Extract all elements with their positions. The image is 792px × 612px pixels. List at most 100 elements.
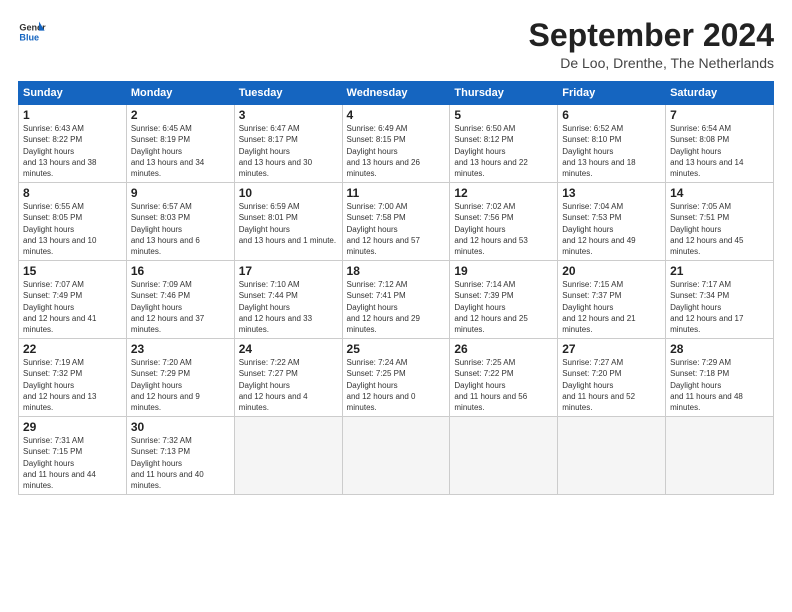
- day-info: Sunrise: 7:14 AMSunset: 7:39 PMDaylight …: [454, 279, 553, 335]
- day-number: 9: [131, 186, 230, 200]
- day-number: 13: [562, 186, 661, 200]
- day-number: 7: [670, 108, 769, 122]
- day-number: 28: [670, 342, 769, 356]
- calendar-week-2: 8Sunrise: 6:55 AMSunset: 8:05 PMDaylight…: [19, 183, 774, 261]
- page: General Blue September 2024 De Loo, Dren…: [0, 0, 792, 505]
- calendar-cell: 3Sunrise: 6:47 AMSunset: 8:17 PMDaylight…: [234, 105, 342, 183]
- day-number: 29: [23, 420, 122, 434]
- day-info: Sunrise: 6:45 AMSunset: 8:19 PMDaylight …: [131, 123, 230, 179]
- calendar-cell: 7Sunrise: 6:54 AMSunset: 8:08 PMDaylight…: [666, 105, 774, 183]
- day-number: 16: [131, 264, 230, 278]
- day-number: 15: [23, 264, 122, 278]
- day-info: Sunrise: 6:59 AMSunset: 8:01 PMDaylight …: [239, 201, 338, 246]
- day-number: 23: [131, 342, 230, 356]
- day-info: Sunrise: 7:19 AMSunset: 7:32 PMDaylight …: [23, 357, 122, 413]
- day-info: Sunrise: 7:02 AMSunset: 7:56 PMDaylight …: [454, 201, 553, 257]
- calendar-cell: 23Sunrise: 7:20 AMSunset: 7:29 PMDayligh…: [126, 339, 234, 417]
- day-info: Sunrise: 6:50 AMSunset: 8:12 PMDaylight …: [454, 123, 553, 179]
- day-info: Sunrise: 7:00 AMSunset: 7:58 PMDaylight …: [347, 201, 446, 257]
- calendar-cell: 20Sunrise: 7:15 AMSunset: 7:37 PMDayligh…: [558, 261, 666, 339]
- day-info: Sunrise: 6:47 AMSunset: 8:17 PMDaylight …: [239, 123, 338, 179]
- day-number: 20: [562, 264, 661, 278]
- day-info: Sunrise: 7:20 AMSunset: 7:29 PMDaylight …: [131, 357, 230, 413]
- calendar-cell: 19Sunrise: 7:14 AMSunset: 7:39 PMDayligh…: [450, 261, 558, 339]
- weekday-header-monday: Monday: [126, 82, 234, 105]
- weekday-header-wednesday: Wednesday: [342, 82, 450, 105]
- calendar-cell: 6Sunrise: 6:52 AMSunset: 8:10 PMDaylight…: [558, 105, 666, 183]
- day-info: Sunrise: 6:49 AMSunset: 8:15 PMDaylight …: [347, 123, 446, 179]
- calendar-cell: 1Sunrise: 6:43 AMSunset: 8:22 PMDaylight…: [19, 105, 127, 183]
- calendar-week-3: 15Sunrise: 7:07 AMSunset: 7:49 PMDayligh…: [19, 261, 774, 339]
- calendar-week-1: 1Sunrise: 6:43 AMSunset: 8:22 PMDaylight…: [19, 105, 774, 183]
- day-info: Sunrise: 7:09 AMSunset: 7:46 PMDaylight …: [131, 279, 230, 335]
- calendar-cell: [342, 417, 450, 495]
- day-number: 12: [454, 186, 553, 200]
- calendar-cell: [558, 417, 666, 495]
- calendar-cell: 21Sunrise: 7:17 AMSunset: 7:34 PMDayligh…: [666, 261, 774, 339]
- calendar-cell: 13Sunrise: 7:04 AMSunset: 7:53 PMDayligh…: [558, 183, 666, 261]
- day-info: Sunrise: 7:10 AMSunset: 7:44 PMDaylight …: [239, 279, 338, 335]
- calendar-cell: 12Sunrise: 7:02 AMSunset: 7:56 PMDayligh…: [450, 183, 558, 261]
- calendar-cell: 2Sunrise: 6:45 AMSunset: 8:19 PMDaylight…: [126, 105, 234, 183]
- day-number: 8: [23, 186, 122, 200]
- day-number: 30: [131, 420, 230, 434]
- calendar-cell: 9Sunrise: 6:57 AMSunset: 8:03 PMDaylight…: [126, 183, 234, 261]
- header-row: SundayMondayTuesdayWednesdayThursdayFrid…: [19, 82, 774, 105]
- calendar-cell: 18Sunrise: 7:12 AMSunset: 7:41 PMDayligh…: [342, 261, 450, 339]
- weekday-header-thursday: Thursday: [450, 82, 558, 105]
- day-number: 14: [670, 186, 769, 200]
- day-info: Sunrise: 6:43 AMSunset: 8:22 PMDaylight …: [23, 123, 122, 179]
- weekday-header-tuesday: Tuesday: [234, 82, 342, 105]
- day-number: 18: [347, 264, 446, 278]
- day-info: Sunrise: 6:52 AMSunset: 8:10 PMDaylight …: [562, 123, 661, 179]
- day-info: Sunrise: 7:07 AMSunset: 7:49 PMDaylight …: [23, 279, 122, 335]
- calendar-cell: 15Sunrise: 7:07 AMSunset: 7:49 PMDayligh…: [19, 261, 127, 339]
- svg-text:Blue: Blue: [19, 32, 39, 42]
- day-number: 11: [347, 186, 446, 200]
- day-info: Sunrise: 7:27 AMSunset: 7:20 PMDaylight …: [562, 357, 661, 413]
- day-number: 24: [239, 342, 338, 356]
- calendar-cell: 8Sunrise: 6:55 AMSunset: 8:05 PMDaylight…: [19, 183, 127, 261]
- calendar-week-4: 22Sunrise: 7:19 AMSunset: 7:32 PMDayligh…: [19, 339, 774, 417]
- calendar-cell: 10Sunrise: 6:59 AMSunset: 8:01 PMDayligh…: [234, 183, 342, 261]
- day-number: 10: [239, 186, 338, 200]
- calendar-cell: 11Sunrise: 7:00 AMSunset: 7:58 PMDayligh…: [342, 183, 450, 261]
- day-info: Sunrise: 7:22 AMSunset: 7:27 PMDaylight …: [239, 357, 338, 413]
- calendar-cell: 29Sunrise: 7:31 AMSunset: 7:15 PMDayligh…: [19, 417, 127, 495]
- day-number: 19: [454, 264, 553, 278]
- day-info: Sunrise: 7:32 AMSunset: 7:13 PMDaylight …: [131, 435, 230, 491]
- calendar-cell: 28Sunrise: 7:29 AMSunset: 7:18 PMDayligh…: [666, 339, 774, 417]
- day-info: Sunrise: 7:15 AMSunset: 7:37 PMDaylight …: [562, 279, 661, 335]
- weekday-header-friday: Friday: [558, 82, 666, 105]
- calendar-week-5: 29Sunrise: 7:31 AMSunset: 7:15 PMDayligh…: [19, 417, 774, 495]
- day-info: Sunrise: 6:54 AMSunset: 8:08 PMDaylight …: [670, 123, 769, 179]
- day-number: 21: [670, 264, 769, 278]
- calendar-cell: 27Sunrise: 7:27 AMSunset: 7:20 PMDayligh…: [558, 339, 666, 417]
- logo-icon: General Blue: [18, 18, 46, 46]
- day-info: Sunrise: 7:17 AMSunset: 7:34 PMDaylight …: [670, 279, 769, 335]
- title-area: September 2024 De Loo, Drenthe, The Neth…: [529, 18, 774, 71]
- day-number: 25: [347, 342, 446, 356]
- calendar-cell: [234, 417, 342, 495]
- location-title: De Loo, Drenthe, The Netherlands: [529, 55, 774, 71]
- calendar-cell: 4Sunrise: 6:49 AMSunset: 8:15 PMDaylight…: [342, 105, 450, 183]
- day-number: 5: [454, 108, 553, 122]
- day-info: Sunrise: 6:57 AMSunset: 8:03 PMDaylight …: [131, 201, 230, 257]
- day-number: 4: [347, 108, 446, 122]
- day-info: Sunrise: 7:05 AMSunset: 7:51 PMDaylight …: [670, 201, 769, 257]
- day-number: 2: [131, 108, 230, 122]
- header: General Blue September 2024 De Loo, Dren…: [18, 18, 774, 71]
- calendar-cell: [666, 417, 774, 495]
- calendar-cell: 30Sunrise: 7:32 AMSunset: 7:13 PMDayligh…: [126, 417, 234, 495]
- day-number: 26: [454, 342, 553, 356]
- calendar-cell: 17Sunrise: 7:10 AMSunset: 7:44 PMDayligh…: [234, 261, 342, 339]
- day-info: Sunrise: 6:55 AMSunset: 8:05 PMDaylight …: [23, 201, 122, 257]
- calendar-cell: 25Sunrise: 7:24 AMSunset: 7:25 PMDayligh…: [342, 339, 450, 417]
- calendar-cell: 26Sunrise: 7:25 AMSunset: 7:22 PMDayligh…: [450, 339, 558, 417]
- day-info: Sunrise: 7:31 AMSunset: 7:15 PMDaylight …: [23, 435, 122, 491]
- day-number: 22: [23, 342, 122, 356]
- day-number: 17: [239, 264, 338, 278]
- day-info: Sunrise: 7:24 AMSunset: 7:25 PMDaylight …: [347, 357, 446, 413]
- day-info: Sunrise: 7:12 AMSunset: 7:41 PMDaylight …: [347, 279, 446, 335]
- weekday-header-sunday: Sunday: [19, 82, 127, 105]
